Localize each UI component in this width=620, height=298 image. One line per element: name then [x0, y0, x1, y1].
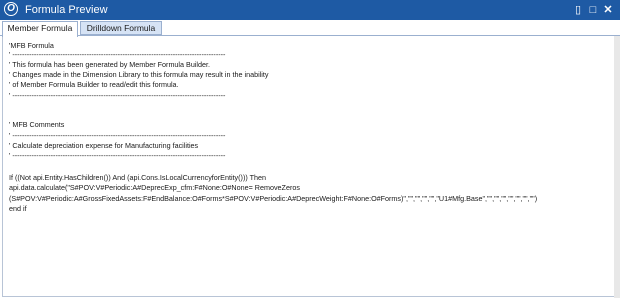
- code-line: If ((Not api.Entity.HasChildren()) And (…: [9, 173, 266, 182]
- maximize-window-button[interactable]: □: [585, 2, 601, 18]
- code-line: ' --------------------------------------…: [9, 151, 226, 160]
- vertical-scrollbar[interactable]: [614, 36, 620, 298]
- tab-member-formula[interactable]: Member Formula: [2, 21, 78, 37]
- restore-window-button[interactable]: ▯: [570, 2, 586, 18]
- code-line: end if: [9, 204, 27, 213]
- code-line: ' of Member Formula Builder to read/edit…: [9, 80, 179, 89]
- app-logo-icon: O: [4, 2, 18, 16]
- tab-drilldown-formula[interactable]: Drilldown Formula: [80, 21, 162, 35]
- title-bar: O Formula Preview ▯ □ ✕: [0, 0, 620, 20]
- formula-editor[interactable]: 'MFB Formula ' -------------------------…: [2, 36, 615, 297]
- code-line: (S#POV:V#Periodic:A#GrossFixedAssets:F#E…: [9, 194, 538, 203]
- window-title: Formula Preview: [25, 4, 108, 16]
- code-line: 'MFB Formula: [9, 41, 54, 50]
- code-line: ' Changes made in the Dimension Library …: [9, 70, 269, 79]
- code-line: ' This formula has been generated by Mem…: [9, 60, 210, 69]
- code-line: ' --------------------------------------…: [9, 50, 226, 59]
- code-line: ' Calculate depreciation expense for Man…: [9, 141, 199, 150]
- code-line: ' MFB Comments: [9, 120, 65, 129]
- close-window-button[interactable]: ✕: [600, 2, 616, 18]
- code-line: api.data.calculate("S#POV:V#Periodic:A#D…: [9, 183, 300, 192]
- code-line: ' --------------------------------------…: [9, 91, 226, 100]
- code-line: ' --------------------------------------…: [9, 131, 226, 140]
